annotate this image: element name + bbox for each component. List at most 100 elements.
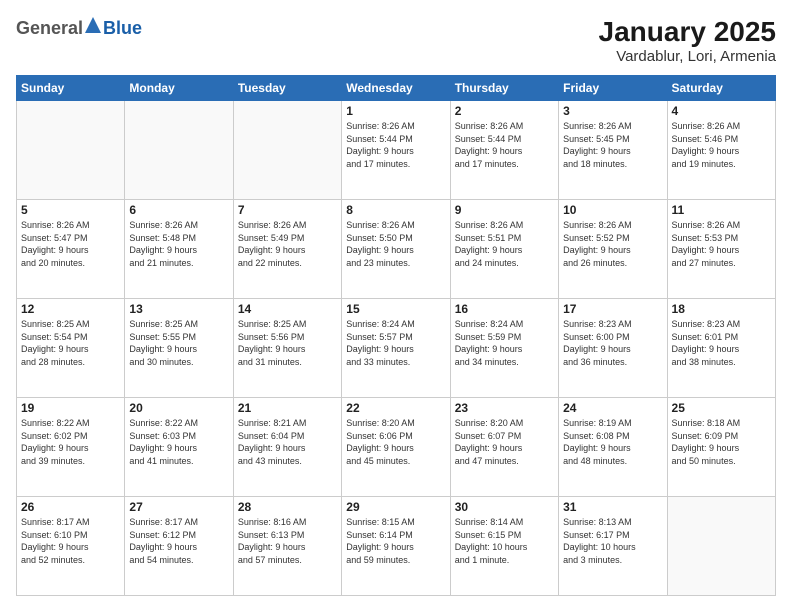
calendar-cell: 28 Sunrise: 8:16 AMSunset: 6:13 PMDayligh… bbox=[233, 497, 341, 596]
day-number: 20 bbox=[129, 401, 228, 415]
calendar-cell: 12Sunrise: 8:25 AMSunset: 5:54 PMDayligh… bbox=[17, 299, 125, 398]
day-number: 27 bbox=[129, 500, 228, 514]
calendar-cell: 2 Sunrise: 8:26 AMSunset: 5:44 PMDaylight… bbox=[450, 101, 558, 200]
calendar-cell: 3 Sunrise: 8:26 AMSunset: 5:45 PMDaylight… bbox=[559, 101, 667, 200]
page: General Blue January 2025 Vardablur, Lori… bbox=[0, 0, 792, 612]
logo-text: General Blue bbox=[16, 16, 142, 39]
calendar-cell: 15Sunrise: 8:24 AMSunset: 5:57 PMDayligh… bbox=[342, 299, 450, 398]
calendar-cell: 4 Sunrise: 8:26 AMSunset: 5:46 PMDaylight… bbox=[667, 101, 775, 200]
header: General Blue January 2025 Vardablur, Lori… bbox=[16, 16, 776, 65]
day-info: Sunrise: 8:22 AMSunset: 6:02 PMDaylight:… bbox=[21, 417, 120, 467]
day-number: 8 bbox=[346, 203, 445, 217]
calendar-cell: 26 Sunrise: 8:17 AMSunset: 6:10 PMDayligh… bbox=[17, 497, 125, 596]
weekday-header: Saturday bbox=[667, 76, 775, 101]
day-info: Sunrise: 8:26 AMSunset: 5:45 PMDaylight:… bbox=[563, 120, 662, 170]
calendar-cell: 8Sunrise: 8:26 AMSunset: 5:50 PMDaylight… bbox=[342, 200, 450, 299]
calendar-cell: 14 Sunrise: 8:25 AMSunset: 5:56 PMDayligh… bbox=[233, 299, 341, 398]
day-info: Sunrise: 8:16 AMSunset: 6:13 PMDaylight:… bbox=[238, 516, 337, 566]
day-number: 12 bbox=[21, 302, 120, 316]
day-number: 30 bbox=[455, 500, 554, 514]
day-info: Sunrise: 8:26 AMSunset: 5:46 PMDaylight:… bbox=[672, 120, 771, 170]
calendar-cell: 23 Sunrise: 8:20 AMSunset: 6:07 PMDayligh… bbox=[450, 398, 558, 497]
calendar-cell: 29Sunrise: 8:15 AMSunset: 6:14 PMDayligh… bbox=[342, 497, 450, 596]
day-number: 4 bbox=[672, 104, 771, 118]
calendar-cell: 24 Sunrise: 8:19 AMSunset: 6:08 PMDayligh… bbox=[559, 398, 667, 497]
calendar-cell bbox=[233, 101, 341, 200]
day-info: Sunrise: 8:26 AMSunset: 5:48 PMDaylight:… bbox=[129, 219, 228, 269]
day-number: 28 bbox=[238, 500, 337, 514]
weekday-header: Monday bbox=[125, 76, 233, 101]
day-number: 24 bbox=[563, 401, 662, 415]
day-info: Sunrise: 8:26 AMSunset: 5:52 PMDaylight:… bbox=[563, 219, 662, 269]
calendar-cell: 30Sunrise: 8:14 AMSunset: 6:15 PMDayligh… bbox=[450, 497, 558, 596]
day-info: Sunrise: 8:13 AMSunset: 6:17 PMDaylight:… bbox=[563, 516, 662, 566]
calendar-cell: 1 Sunrise: 8:26 AMSunset: 5:44 PMDaylight… bbox=[342, 101, 450, 200]
calendar-week-row: 5 Sunrise: 8:26 AMSunset: 5:47 PMDaylight… bbox=[17, 200, 776, 299]
calendar-cell: 27 Sunrise: 8:17 AMSunset: 6:12 PMDayligh… bbox=[125, 497, 233, 596]
day-number: 1 bbox=[346, 104, 445, 118]
day-info: Sunrise: 8:19 AMSunset: 6:08 PMDaylight:… bbox=[563, 417, 662, 467]
calendar-cell: 22 Sunrise: 8:20 AMSunset: 6:06 PMDayligh… bbox=[342, 398, 450, 497]
day-info: Sunrise: 8:26 AMSunset: 5:51 PMDaylight:… bbox=[455, 219, 554, 269]
calendar-cell bbox=[667, 497, 775, 596]
day-info: Sunrise: 8:20 AMSunset: 6:06 PMDaylight:… bbox=[346, 417, 445, 467]
calendar-cell: 11 Sunrise: 8:26 AMSunset: 5:53 PMDayligh… bbox=[667, 200, 775, 299]
weekday-row: SundayMondayTuesdayWednesdayThursdayFrid… bbox=[17, 76, 776, 101]
logo-icon bbox=[84, 16, 102, 34]
day-info: Sunrise: 8:15 AMSunset: 6:14 PMDaylight:… bbox=[346, 516, 445, 566]
day-number: 13 bbox=[129, 302, 228, 316]
calendar-week-row: 1 Sunrise: 8:26 AMSunset: 5:44 PMDaylight… bbox=[17, 101, 776, 200]
day-info: Sunrise: 8:24 AMSunset: 5:59 PMDaylight:… bbox=[455, 318, 554, 368]
day-info: Sunrise: 8:22 AMSunset: 6:03 PMDaylight:… bbox=[129, 417, 228, 467]
day-info: Sunrise: 8:26 AMSunset: 5:53 PMDaylight:… bbox=[672, 219, 771, 269]
day-info: Sunrise: 8:20 AMSunset: 6:07 PMDaylight:… bbox=[455, 417, 554, 467]
logo-general: General bbox=[16, 18, 83, 38]
day-info: Sunrise: 8:18 AMSunset: 6:09 PMDaylight:… bbox=[672, 417, 771, 467]
day-number: 7 bbox=[238, 203, 337, 217]
day-number: 25 bbox=[672, 401, 771, 415]
day-number: 19 bbox=[21, 401, 120, 415]
calendar-cell bbox=[125, 101, 233, 200]
day-number: 17 bbox=[563, 302, 662, 316]
calendar-cell: 9 Sunrise: 8:26 AMSunset: 5:51 PMDaylight… bbox=[450, 200, 558, 299]
weekday-header: Thursday bbox=[450, 76, 558, 101]
logo: General Blue bbox=[16, 16, 142, 39]
weekday-header: Friday bbox=[559, 76, 667, 101]
day-number: 9 bbox=[455, 203, 554, 217]
calendar-cell: 17Sunrise: 8:23 AMSunset: 6:00 PMDayligh… bbox=[559, 299, 667, 398]
day-number: 14 bbox=[238, 302, 337, 316]
day-number: 23 bbox=[455, 401, 554, 415]
day-info: Sunrise: 8:17 AMSunset: 6:12 PMDaylight:… bbox=[129, 516, 228, 566]
calendar-cell: 6Sunrise: 8:26 AMSunset: 5:48 PMDaylight… bbox=[125, 200, 233, 299]
calendar-cell: 13 Sunrise: 8:25 AMSunset: 5:55 PMDayligh… bbox=[125, 299, 233, 398]
logo-blue: Blue bbox=[103, 18, 142, 38]
calendar-cell bbox=[17, 101, 125, 200]
day-number: 11 bbox=[672, 203, 771, 217]
calendar-cell: 21Sunrise: 8:21 AMSunset: 6:04 PMDayligh… bbox=[233, 398, 341, 497]
calendar-week-row: 26 Sunrise: 8:17 AMSunset: 6:10 PMDayligh… bbox=[17, 497, 776, 596]
weekday-header: Wednesday bbox=[342, 76, 450, 101]
day-number: 18 bbox=[672, 302, 771, 316]
calendar-cell: 7Sunrise: 8:26 AMSunset: 5:49 PMDaylight… bbox=[233, 200, 341, 299]
day-info: Sunrise: 8:24 AMSunset: 5:57 PMDaylight:… bbox=[346, 318, 445, 368]
day-number: 5 bbox=[21, 203, 120, 217]
day-number: 3 bbox=[563, 104, 662, 118]
day-info: Sunrise: 8:26 AMSunset: 5:44 PMDaylight:… bbox=[455, 120, 554, 170]
title-block: January 2025 Vardablur, Lori, Armenia bbox=[599, 16, 776, 65]
day-number: 22 bbox=[346, 401, 445, 415]
calendar-subtitle: Vardablur, Lori, Armenia bbox=[599, 48, 776, 65]
day-number: 2 bbox=[455, 104, 554, 118]
calendar-cell: 18Sunrise: 8:23 AMSunset: 6:01 PMDayligh… bbox=[667, 299, 775, 398]
day-info: Sunrise: 8:26 AMSunset: 5:47 PMDaylight:… bbox=[21, 219, 120, 269]
day-number: 10 bbox=[563, 203, 662, 217]
day-info: Sunrise: 8:26 AMSunset: 5:44 PMDaylight:… bbox=[346, 120, 445, 170]
calendar-week-row: 19 Sunrise: 8:22 AMSunset: 6:02 PMDayligh… bbox=[17, 398, 776, 497]
calendar-cell: 16Sunrise: 8:24 AMSunset: 5:59 PMDayligh… bbox=[450, 299, 558, 398]
day-number: 21 bbox=[238, 401, 337, 415]
day-info: Sunrise: 8:25 AMSunset: 5:56 PMDaylight:… bbox=[238, 318, 337, 368]
day-info: Sunrise: 8:17 AMSunset: 6:10 PMDaylight:… bbox=[21, 516, 120, 566]
calendar-cell: 25 Sunrise: 8:18 AMSunset: 6:09 PMDayligh… bbox=[667, 398, 775, 497]
day-info: Sunrise: 8:25 AMSunset: 5:55 PMDaylight:… bbox=[129, 318, 228, 368]
calendar-table: SundayMondayTuesdayWednesdayThursdayFrid… bbox=[16, 75, 776, 596]
day-number: 26 bbox=[21, 500, 120, 514]
